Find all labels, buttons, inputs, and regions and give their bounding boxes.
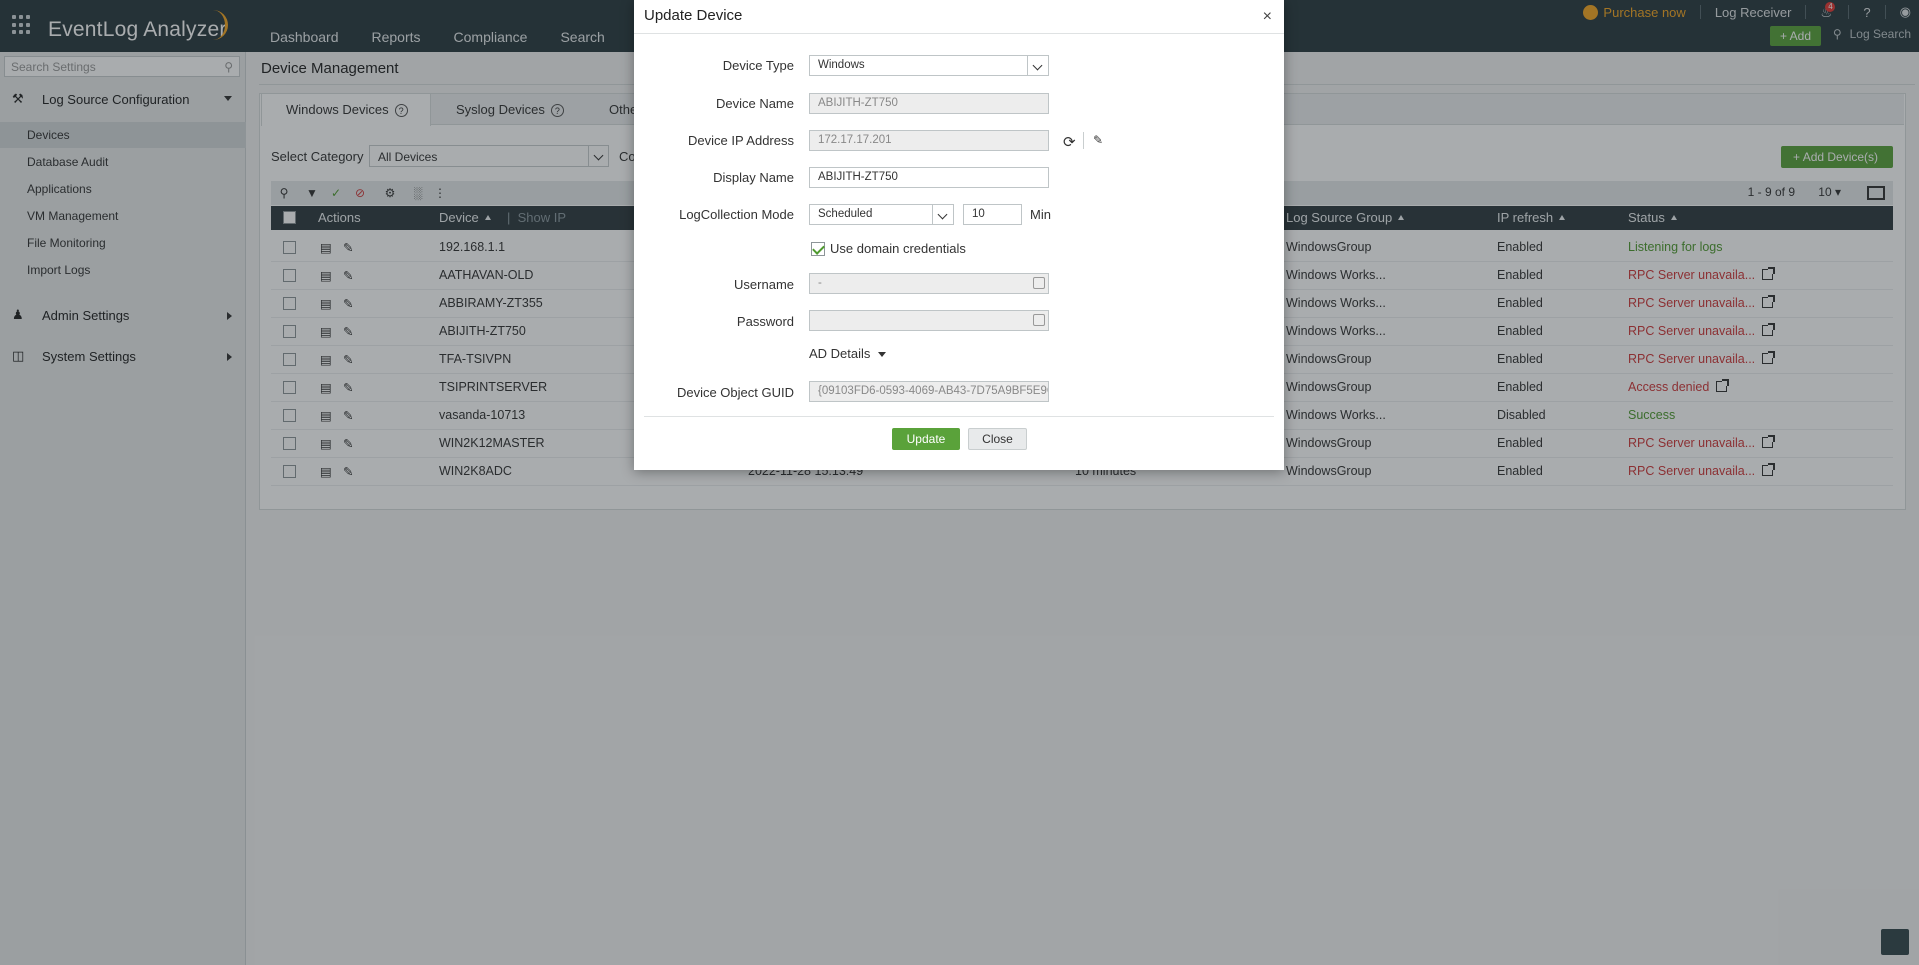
device-type-value: Windows xyxy=(818,59,865,71)
update-button[interactable]: Update xyxy=(892,428,960,450)
use-domain-credentials-checkbox[interactable] xyxy=(811,242,825,256)
log-collection-mode-label: LogCollection Mode xyxy=(679,207,794,222)
password-label: Password xyxy=(736,314,794,329)
username-value: - xyxy=(818,277,822,289)
display-name-field[interactable]: ABIJITH-ZT750 xyxy=(809,167,1049,188)
chevron-down-icon xyxy=(937,209,948,220)
update-device-dialog: Update Device × Device Type Windows Devi… xyxy=(634,0,1284,470)
chevron-down-icon xyxy=(1032,60,1043,71)
close-button[interactable]: Close xyxy=(968,428,1027,450)
username-label: Username xyxy=(734,277,794,292)
refresh-icon[interactable]: ⟳ xyxy=(1063,133,1076,151)
divider xyxy=(634,33,1284,34)
device-name-label: Device Name xyxy=(715,96,794,111)
username-field: - xyxy=(809,273,1049,294)
interval-unit-label: Min xyxy=(1030,207,1051,222)
device-object-guid-label: Device Object GUID xyxy=(676,385,794,400)
display-name-label: Display Name xyxy=(713,170,794,185)
device-type-select[interactable]: Windows xyxy=(809,55,1049,76)
picker-icon[interactable] xyxy=(1033,277,1045,289)
picker-icon[interactable] xyxy=(1033,314,1045,326)
device-ip-field: 172.17.17.201 xyxy=(809,130,1049,151)
close-icon[interactable]: × xyxy=(1263,8,1272,26)
chat-icon[interactable] xyxy=(1881,929,1909,955)
edit-pencil-icon[interactable]: ✎ xyxy=(1093,133,1103,147)
dialog-title: Update Device xyxy=(644,7,743,24)
divider xyxy=(644,416,1274,417)
log-collection-mode-value: Scheduled xyxy=(818,208,873,220)
device-object-guid-field: {09103FD6-0593-4069-AB43-7D75A9BF5E9C xyxy=(809,381,1049,402)
device-name-field: ABIJITH-ZT750 xyxy=(809,93,1049,114)
ad-details-label: AD Details xyxy=(809,346,871,361)
divider xyxy=(1083,132,1084,149)
use-domain-credentials-label: Use domain credentials xyxy=(830,241,966,256)
ad-details-toggle[interactable]: AD Details xyxy=(809,346,887,361)
dropdown-toggle[interactable] xyxy=(1027,56,1048,75)
caret-down-icon xyxy=(878,352,887,357)
device-type-label: Device Type xyxy=(722,58,794,73)
dropdown-toggle[interactable] xyxy=(932,205,953,224)
device-ip-label: Device IP Address xyxy=(688,133,794,148)
password-field xyxy=(809,310,1049,331)
interval-input[interactable]: 10 xyxy=(963,204,1022,225)
log-collection-mode-select[interactable]: Scheduled xyxy=(809,204,954,225)
